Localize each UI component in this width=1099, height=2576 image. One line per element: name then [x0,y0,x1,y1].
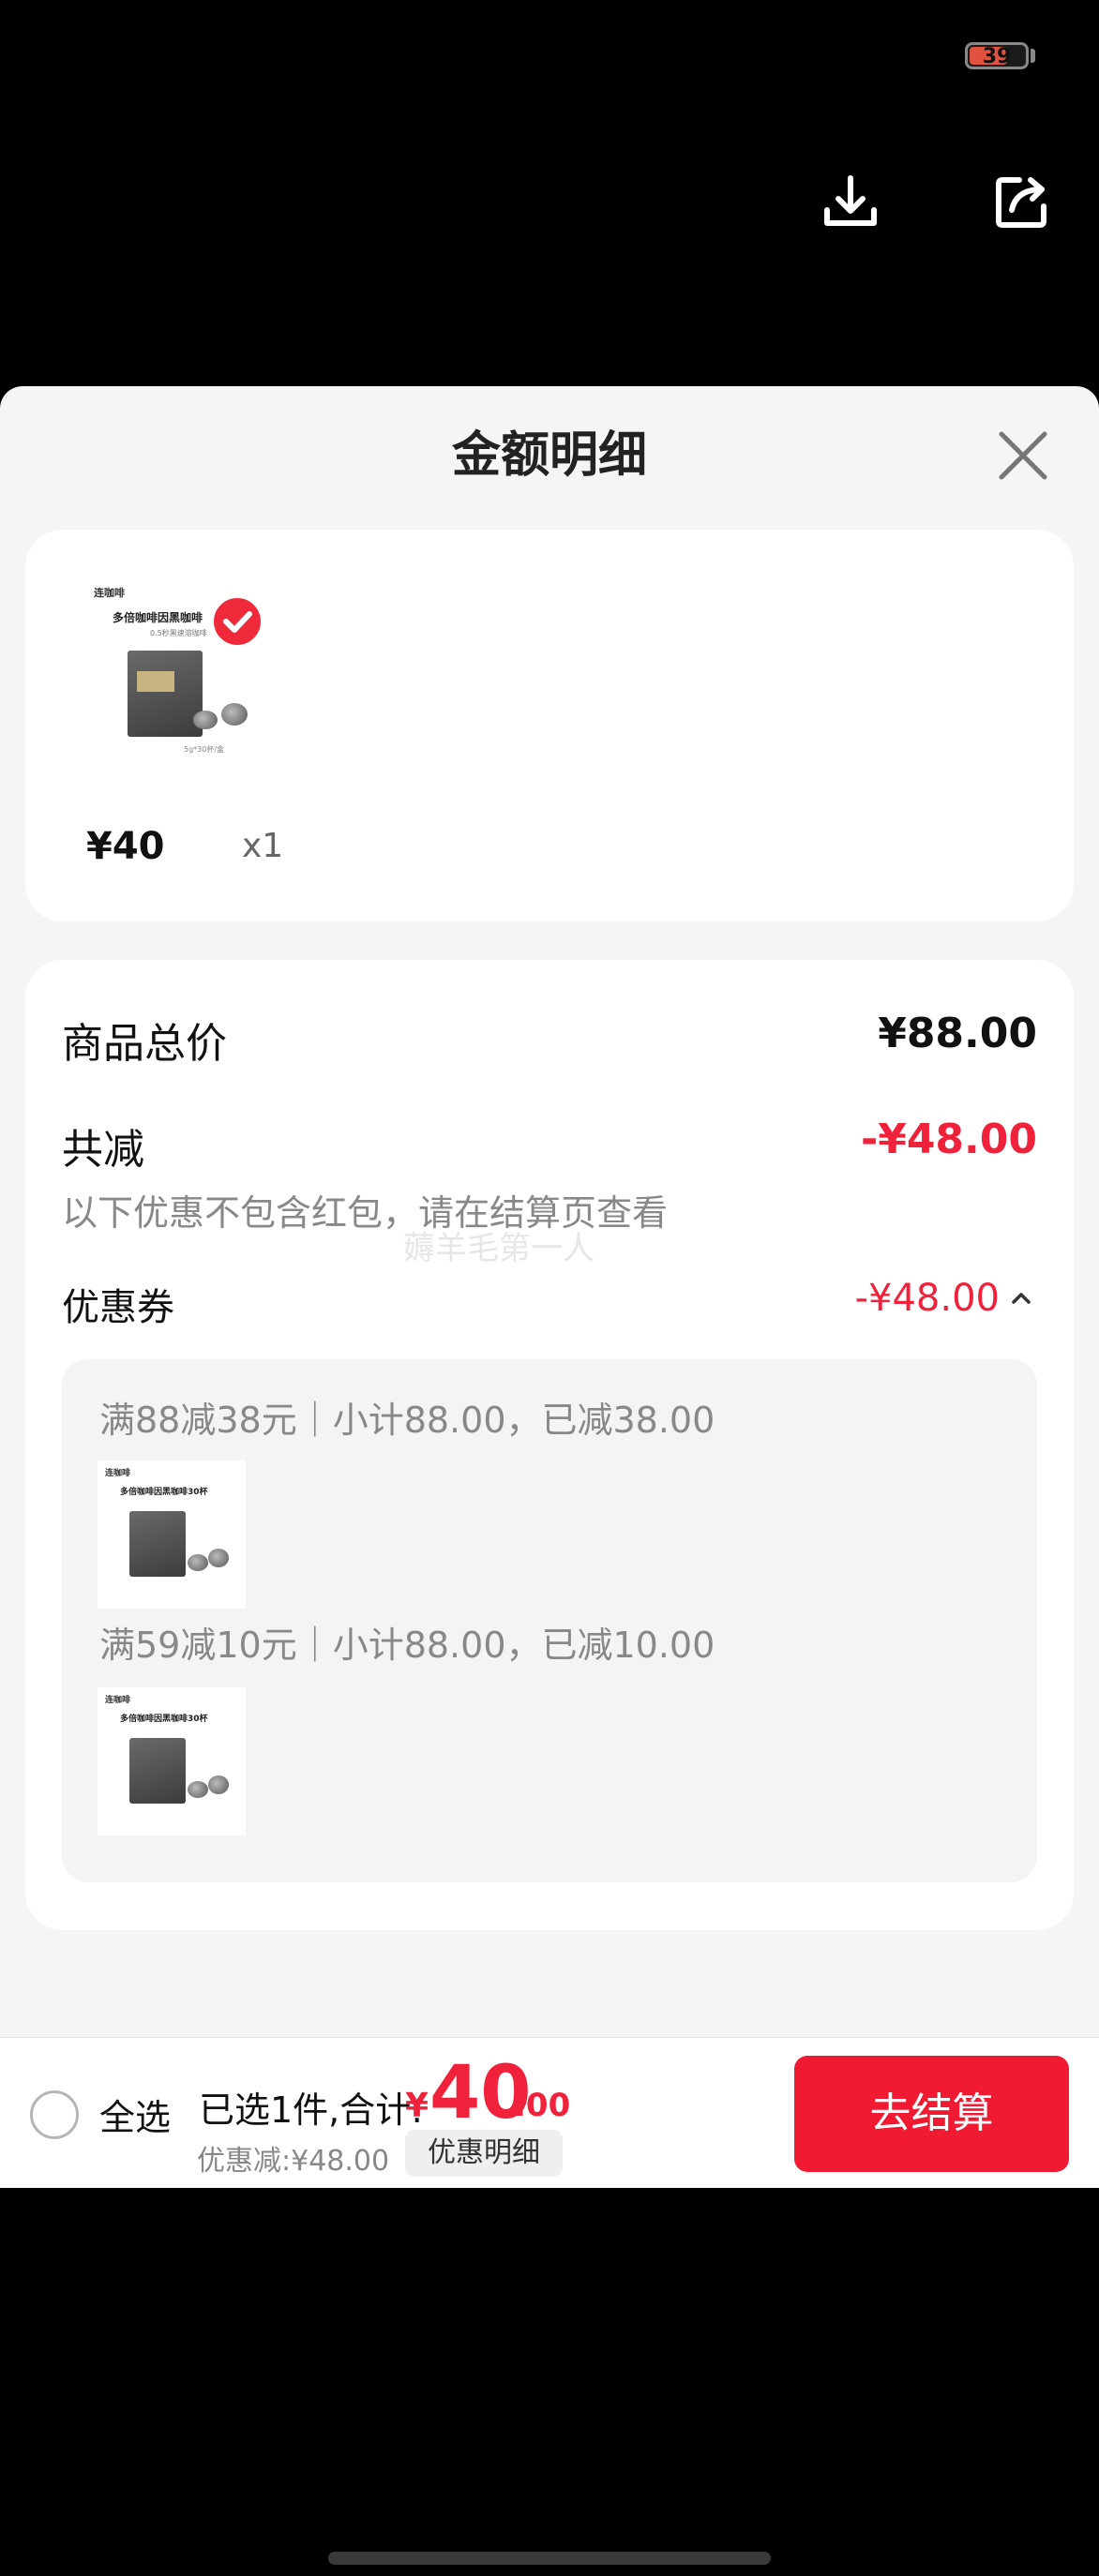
select-all-label[interactable]: 全选 [99,2089,171,2140]
screen: 39 金额明细 连咖啡 多倍咖啡因黑咖啡 0.5秒黑速溶咖啡 5g*30杯/盒 [0,0,1099,2576]
coffee-pod [188,1554,208,1571]
chevron-up-icon [1012,1293,1031,1304]
coffee-pod [193,711,218,729]
coupon-label: 优惠券 [62,1286,174,1329]
coffee-pod [188,1781,208,1798]
close-icon [999,431,1047,480]
battery-tip [1031,49,1035,63]
share-button[interactable] [989,169,1055,234]
selected-count-text: 已选1件,合计: [199,2089,424,2131]
package-box-label [137,671,174,692]
package-title: 多倍咖啡因黑咖啡30杯 [120,1715,208,1724]
package-foot: 5g*30杯/盒 [184,745,225,754]
share-icon [996,177,1046,228]
package-box [129,1738,186,1804]
home-indicator[interactable] [328,2552,771,2565]
product-price: ¥40 [86,825,165,868]
sheet-title: 金额明细 [451,427,647,484]
reduce-value: -¥48.00 [860,1116,1037,1163]
coupon-item-1: 满88减38元｜小计88.00，已减38.00 [99,1400,715,1441]
package-title: 多倍咖啡因黑咖啡 [113,611,203,624]
download-icon [824,175,877,226]
close-button[interactable] [994,427,1052,485]
coffee-pod [208,1549,229,1567]
coupon-item-2: 满59减10元｜小计88.00，已减10.00 [99,1625,715,1666]
package-title: 多倍咖啡因黑咖啡30杯 [120,1488,208,1497]
coupon-toggle[interactable]: -¥48.00 [855,1277,1037,1320]
selected-check-badge[interactable] [211,595,263,648]
coupon-item-2-image: 连咖啡 多倍咖啡因黑咖啡30杯 [98,1687,246,1835]
coupon-item-1-image: 连咖啡 多倍咖啡因黑咖啡30杯 [98,1460,246,1609]
total-decimal: .00 [514,2087,571,2124]
total-currency: ¥ [405,2087,429,2125]
package-subtitle: 0.5秒黑速溶咖啡 [150,629,207,637]
battery-indicator: 39 [965,42,1029,69]
select-all-radio[interactable] [30,2090,79,2139]
discount-detail-button[interactable]: 优惠明细 [405,2130,563,2177]
check-icon [223,611,252,633]
discount-amount: 优惠减:¥48.00 [197,2145,390,2178]
product-quantity: x1 [242,827,284,865]
coffee-pod [221,703,248,726]
coupon-value: -¥48.00 [854,1277,1000,1320]
total-price-label: 商品总价 [62,1020,227,1068]
package-brand: 连咖啡 [105,1696,131,1705]
package-box [129,1511,186,1577]
package-brand: 连咖啡 [105,1469,131,1478]
package-box [128,651,203,737]
package-brand: 连咖啡 [94,587,125,599]
battery-percent: 39 [982,45,1012,68]
watermark: 薅羊毛第一人 [403,1230,595,1267]
total-price-value: ¥88.00 [878,1010,1037,1057]
checkout-button[interactable]: 去结算 [794,2056,1069,2172]
reduce-label: 共减 [62,1126,144,1174]
coffee-pod [208,1775,229,1794]
download-button[interactable] [818,169,883,234]
